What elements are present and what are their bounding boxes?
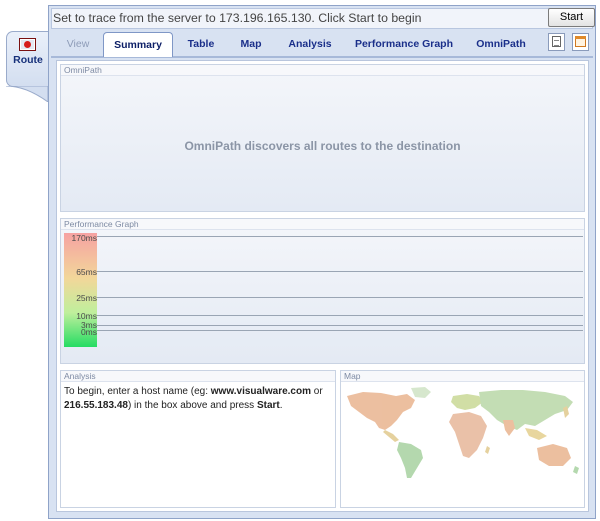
route-side-tab[interactable]: Route	[6, 31, 50, 87]
map-europe	[451, 394, 483, 410]
map-asia	[479, 390, 573, 430]
scale-line-0	[97, 330, 583, 331]
tab-map[interactable]: Map	[229, 32, 273, 56]
performance-panel-title: Performance Graph	[64, 219, 139, 229]
route-icon	[19, 38, 36, 51]
omnipath-message: OmniPath discovers all routes to the des…	[184, 139, 461, 153]
tab-view[interactable]: View	[55, 32, 101, 56]
map-india	[503, 420, 515, 436]
map-south-america	[397, 442, 423, 478]
scale-label-170: 170ms	[71, 233, 97, 243]
scale-line-25	[97, 297, 583, 298]
analysis-text-4: .	[279, 400, 283, 411]
tab-omnipath[interactable]: OmniPath	[468, 32, 534, 56]
analysis-panel: Analysis To begin, enter a host name (eg…	[60, 370, 336, 508]
start-button[interactable]: Start	[548, 8, 595, 27]
start-word: Start	[256, 400, 280, 411]
map-southeast-asia	[525, 428, 547, 440]
omnipath-panel-title: OmniPath	[64, 65, 102, 75]
world-map	[347, 387, 579, 478]
analysis-text-2: or	[311, 386, 323, 397]
performance-panel-header	[61, 219, 584, 230]
map-panel: Map	[340, 370, 585, 508]
side-tab-curve	[6, 86, 49, 102]
window-icon[interactable]	[572, 33, 589, 51]
analysis-instructions: To begin, enter a host name (eg: www.vis…	[64, 385, 339, 413]
scale-label-65: 65ms	[76, 267, 97, 277]
map-madagascar	[485, 446, 490, 454]
scale-line-3	[97, 325, 583, 326]
map-central-america	[383, 430, 399, 442]
map-panel-title: Map	[344, 371, 361, 381]
tab-analysis[interactable]: Analysis	[279, 32, 341, 56]
summary-content: OmniPath OmniPath discovers all routes t…	[56, 60, 589, 512]
performance-graph-panel: Performance Graph 170ms 65ms 25ms 10ms 3…	[60, 218, 585, 364]
map-panel-header	[341, 371, 584, 382]
scale-line-170	[97, 236, 583, 237]
map-new-zealand	[573, 466, 579, 474]
map-australia	[537, 444, 571, 466]
host-example: www.visualware.com	[210, 386, 311, 397]
map-africa	[449, 412, 487, 458]
analysis-panel-title: Analysis	[64, 371, 96, 381]
map-greenland	[411, 387, 431, 398]
ip-example: 216.55.183.48	[64, 400, 128, 411]
scale-line-10	[97, 315, 583, 316]
status-message: Set to trace from the server to 173.196.…	[53, 11, 422, 25]
scale-line-65	[97, 271, 583, 272]
document-icon[interactable]	[548, 33, 565, 51]
tab-bar: View Summary Table Map Analysis Performa…	[51, 31, 593, 57]
omnipath-panel-header	[61, 65, 584, 76]
analysis-text-3: ) in the box above and press	[127, 400, 257, 411]
map-north-america	[347, 392, 415, 430]
tab-table[interactable]: Table	[177, 32, 225, 56]
analysis-panel-header	[61, 371, 335, 382]
route-tab-label: Route	[13, 54, 43, 66]
scale-label-0: 0ms	[80, 327, 97, 337]
omnipath-panel: OmniPath OmniPath discovers all routes t…	[60, 64, 585, 212]
tab-performance-graph[interactable]: Performance Graph	[348, 32, 460, 56]
analysis-text-1: To begin, enter a host name (eg:	[64, 386, 211, 397]
tab-summary[interactable]: Summary	[103, 32, 173, 57]
scale-label-25: 25ms	[76, 293, 97, 303]
